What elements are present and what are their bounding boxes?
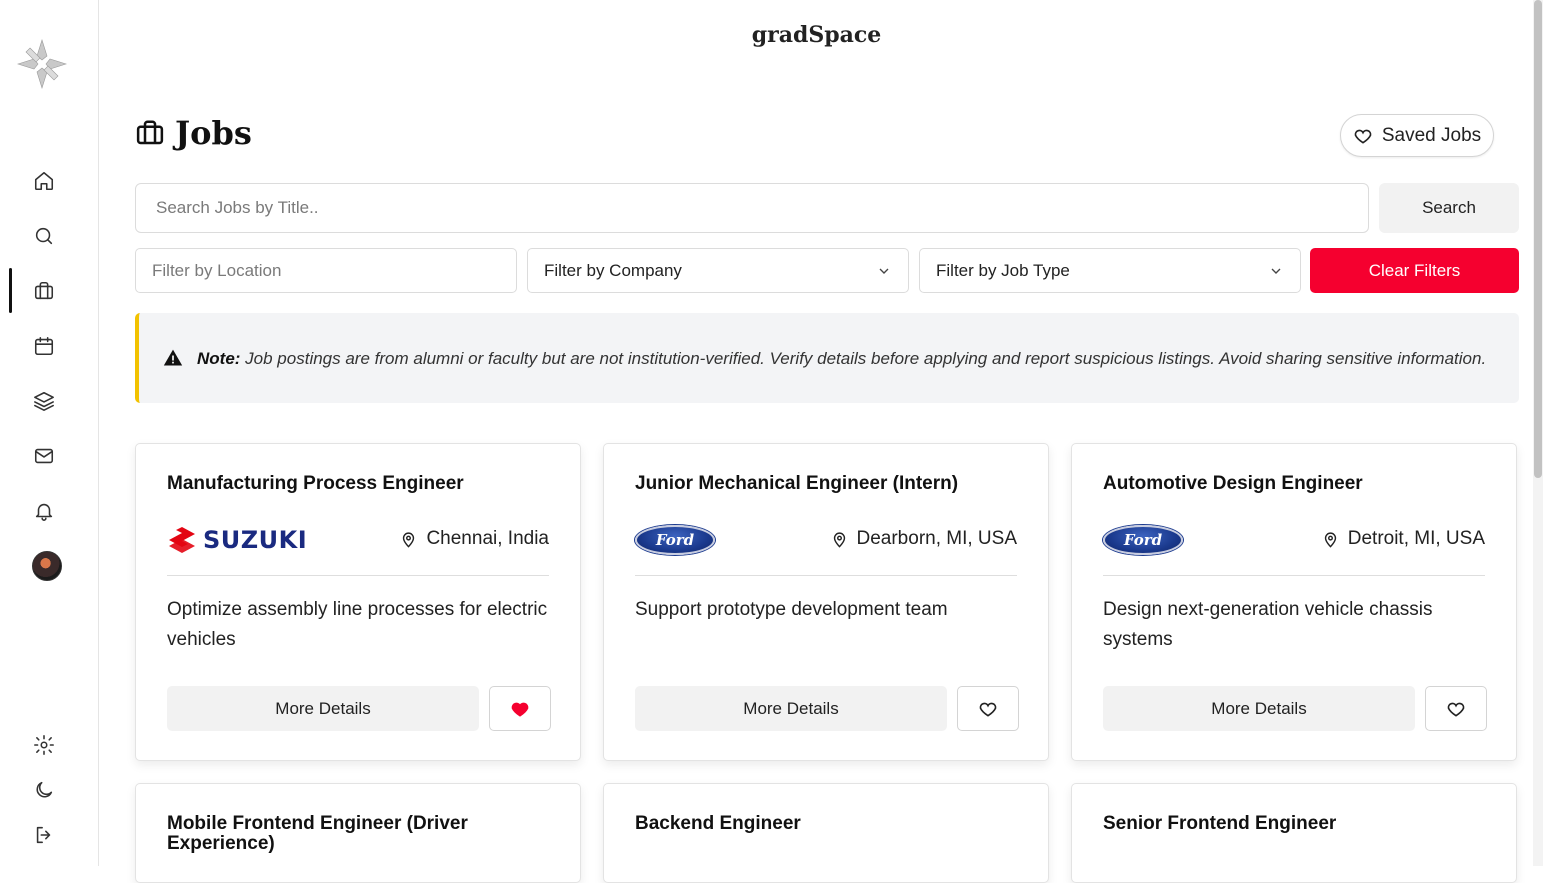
nav-search-icon[interactable] <box>31 223 57 249</box>
company-name: SUZUKI <box>203 526 308 554</box>
nav-bell-icon[interactable] <box>31 498 57 524</box>
company-filter-select[interactable]: Filter by Company <box>527 248 909 293</box>
heart-icon <box>1447 702 1465 717</box>
saved-jobs-label: Saved Jobs <box>1381 124 1482 146</box>
heart-icon <box>1354 129 1372 144</box>
chevron-down-icon <box>879 268 889 274</box>
company-name: Ford <box>1103 525 1183 555</box>
card-divider <box>167 575 549 576</box>
job-title: Senior Frontend Engineer <box>1103 813 1337 834</box>
map-pin-icon <box>1324 531 1336 548</box>
location-filter-input[interactable] <box>152 260 500 281</box>
job-card: Mobile Frontend Engineer (Driver Experie… <box>135 783 581 883</box>
logout-icon[interactable] <box>31 822 57 848</box>
save-job-button[interactable] <box>1425 686 1487 731</box>
job-location: Chennai, India <box>400 528 549 550</box>
card-divider <box>635 575 1017 576</box>
page-scrollbar[interactable] <box>1533 0 1543 866</box>
note-body: Job postings are from alumni or faculty … <box>240 348 1487 368</box>
heart-icon <box>979 702 997 717</box>
company-logo-ford: Ford <box>1103 524 1183 556</box>
page-title: Jobs <box>135 114 252 152</box>
job-type-filter-value: Filter by Job Type <box>936 260 1070 280</box>
job-card: Junior Mechanical Engineer (Intern) Ford… <box>603 443 1049 761</box>
user-avatar[interactable] <box>32 551 62 581</box>
location-filter[interactable] <box>135 248 517 293</box>
save-job-button[interactable] <box>957 686 1019 731</box>
job-card: Senior Frontend Engineer <box>1071 783 1517 883</box>
job-card: Backend Engineer <box>603 783 1049 883</box>
note-text: Note: Job postings are from alumni or fa… <box>197 346 1486 371</box>
map-pin-icon <box>833 531 845 548</box>
theme-moon-icon[interactable] <box>31 777 57 803</box>
nav-mail-icon[interactable] <box>31 443 57 469</box>
job-card: Automotive Design Engineer Ford Detroit,… <box>1071 443 1517 761</box>
job-card: Manufacturing Process Engineer SUZUKI Ch… <box>135 443 581 761</box>
search-input[interactable] <box>135 183 1369 233</box>
settings-gear-icon[interactable] <box>31 732 57 758</box>
warning-icon <box>163 349 183 366</box>
company-name: Ford <box>635 525 715 555</box>
suzuki-s-logo-icon <box>169 527 195 553</box>
job-title: Automotive Design Engineer <box>1103 473 1363 494</box>
job-location: Dearborn, MI, USA <box>831 528 1018 550</box>
nav-layers-icon[interactable] <box>31 388 57 414</box>
job-title: Manufacturing Process Engineer <box>167 473 464 494</box>
job-description: Support prototype development team <box>635 599 948 620</box>
job-type-filter-select[interactable]: Filter by Job Type <box>919 248 1301 293</box>
job-location-text: Chennai, India <box>426 528 549 549</box>
job-title: Mobile Frontend Engineer (Driver Experie… <box>167 813 468 854</box>
map-pin-icon <box>403 531 415 548</box>
sidebar <box>0 0 99 866</box>
save-job-button[interactable] <box>489 686 551 731</box>
job-location-text: Detroit, MI, USA <box>1347 528 1485 549</box>
more-details-button[interactable]: More Details <box>635 686 947 731</box>
company-filter-value: Filter by Company <box>544 260 682 280</box>
company-logo-ford: Ford <box>635 524 715 556</box>
nav-jobs-briefcase-icon[interactable] <box>31 278 57 304</box>
job-description: Optimize assembly line processes for ele… <box>167 599 548 650</box>
nav-home-icon[interactable] <box>31 168 57 194</box>
job-title: Backend Engineer <box>635 813 801 834</box>
clear-filters-button[interactable]: Clear Filters <box>1310 248 1519 293</box>
nav-calendar-icon[interactable] <box>31 333 57 359</box>
scrollbar-thumb[interactable] <box>1534 0 1542 478</box>
company-logo-suzuki: SUZUKI <box>167 524 307 556</box>
job-location-text: Dearborn, MI, USA <box>856 528 1018 549</box>
app-logo-icon[interactable] <box>16 38 68 90</box>
more-details-button[interactable]: More Details <box>1103 686 1415 731</box>
job-location: Detroit, MI, USA <box>1322 528 1485 550</box>
more-details-button[interactable]: More Details <box>167 686 479 731</box>
main-content: gradSpace Jobs Saved Jobs Search Filter … <box>100 0 1533 883</box>
job-description: Design next-generation vehicle chassis s… <box>1103 599 1433 650</box>
page-title-text: Jobs <box>175 114 252 152</box>
job-title: Junior Mechanical Engineer (Intern) <box>635 473 959 494</box>
brand-title: gradSpace <box>751 22 882 48</box>
active-nav-indicator <box>9 268 12 313</box>
saved-jobs-button[interactable]: Saved Jobs <box>1340 114 1494 157</box>
card-divider <box>1103 575 1485 576</box>
note-label: Note: <box>197 348 241 368</box>
search-button[interactable]: Search <box>1379 183 1519 233</box>
heart-filled-icon <box>511 702 529 717</box>
verification-note: Note: Job postings are from alumni or fa… <box>135 313 1519 403</box>
briefcase-icon <box>136 120 164 145</box>
chevron-down-icon <box>1271 268 1281 274</box>
